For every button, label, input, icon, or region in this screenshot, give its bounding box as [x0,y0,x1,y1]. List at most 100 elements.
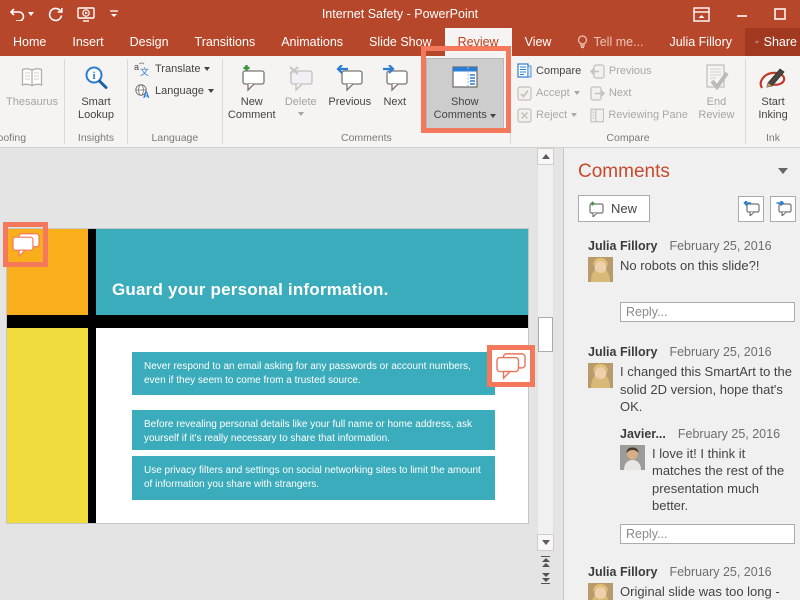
scrollbar-thumb[interactable] [538,317,553,352]
comment-author-line: Julia FilloryFebruary 25, 2016 [588,238,795,254]
lightbulb-icon [577,35,588,50]
next-slide-button[interactable] [539,572,552,585]
comment-author: Javier... [620,427,666,441]
tab-design[interactable]: Design [117,28,182,56]
delete-comment-label: Delete [285,96,317,109]
customize-qat-button[interactable] [109,9,119,19]
comment-marker-icon[interactable] [495,352,527,380]
repeat-icon [48,7,63,22]
previous-slide-icon [542,558,550,562]
group-label-language: Language [128,132,222,144]
slide-yellow-rectangle[interactable] [7,328,88,523]
tab-slide-show[interactable]: Slide Show [356,28,445,56]
tab-animations[interactable]: Animations [268,28,356,56]
undo-button[interactable] [10,7,34,21]
slide-title-banner[interactable]: Guard your personal information. [96,229,528,315]
tab-transitions[interactable]: Transitions [182,28,269,56]
comment-author-line: Julia FilloryFebruary 25, 2016 [588,344,795,360]
smart-lookup-button[interactable]: i Smart Lookup [68,58,124,130]
tell-me-box[interactable]: Tell me... [564,28,656,56]
compare-previous-label: Previous [609,65,652,77]
language-button[interactable]: A Language [131,80,217,102]
thesaurus-button[interactable]: Thesaurus [3,58,61,130]
account-user-name[interactable]: Julia Fillory [656,28,745,56]
accept-dropdown-caret [574,91,580,95]
compare-button[interactable]: Compare [514,60,587,82]
comment-thread[interactable]: Julia FilloryFebruary 25, 2016 No robots… [564,238,800,322]
slide-title[interactable]: Guard your personal information. [112,280,389,300]
ribbon-group-ink: Start Inking Ink [746,56,800,147]
slide-black-vertical-bar[interactable] [88,229,96,523]
show-comments-icon [450,63,480,93]
scroll-up-button[interactable] [537,148,554,165]
new-comment-pane-button[interactable]: New [578,195,650,222]
comment-text: I changed this SmartArt to the solid 2D … [620,363,795,416]
comment-marker-1-highlight-box [3,222,48,267]
comments-pane-header: Comments [564,148,800,183]
scroll-down-icon [542,540,550,545]
tab-view[interactable]: View [512,28,565,56]
tab-insert[interactable]: Insert [59,28,116,56]
previous-comment-pane-icon [743,201,760,216]
end-review-button[interactable]: End Review [691,58,742,130]
show-comments-label: Show Comments [427,96,503,122]
slide-black-horizontal-bar[interactable] [7,315,528,328]
previous-comment-pane-button[interactable] [738,196,764,222]
maximize-button[interactable] [774,8,786,20]
reply-input[interactable] [620,524,795,544]
tab-home[interactable]: Home [0,28,59,56]
compare-next-button[interactable]: Next [587,82,691,104]
language-icon: A [134,83,151,99]
translate-dropdown-caret [204,67,210,71]
comment-author: Julia Fillory [588,239,657,253]
pane-options-caret-icon[interactable] [778,168,788,174]
smart-lookup-label: Smart Lookup [69,96,123,122]
minimize-button[interactable] [736,8,748,20]
delete-comment-button[interactable]: Delete [278,58,324,130]
comment-thread[interactable]: Julia FilloryFebruary 25, 2016 I changed… [564,344,800,544]
slide-text-box-2[interactable]: Before revealing personal details like y… [132,410,495,450]
comment-marker-icon[interactable] [11,232,41,258]
previous-comment-button[interactable]: Previous [324,58,376,130]
previous-slide-button[interactable] [539,555,552,568]
scroll-down-button[interactable] [537,534,554,551]
comments-toolbar: New [578,195,796,222]
comment-thread[interactable]: Julia FilloryFebruary 25, 2016 Original … [564,564,800,600]
repeat-button[interactable] [48,7,63,22]
compare-previous-button[interactable]: Previous [587,60,691,82]
start-inking-button[interactable]: Start Inking [749,58,797,130]
end-review-label: End Review [692,96,741,122]
group-label-insights: Insights [65,132,127,144]
new-comment-button[interactable]: New Comment [226,58,278,130]
next-slide-icon [542,578,550,582]
smart-lookup-icon: i [83,63,109,93]
ribbon-group-proofing: Thesaurus Proofing [0,56,64,147]
show-comments-button[interactable]: Show Comments [426,58,504,130]
reject-button[interactable]: Reject [514,104,587,126]
slide-canvas[interactable]: Guard your personal information. Never r… [7,229,528,523]
svg-text:i: i [92,70,95,82]
next-comment-pane-button[interactable] [770,196,796,222]
translate-icon: a文 [134,61,151,77]
share-button[interactable]: Share [745,28,800,56]
reviewing-pane-button[interactable]: Reviewing Pane [587,104,691,126]
group-label-comments: Comments [223,132,510,144]
reply-input[interactable] [620,302,795,322]
reject-icon [517,108,532,123]
ribbon-display-options-button[interactable] [693,7,710,22]
compare-icon [517,63,532,79]
compare-next-icon [590,86,605,101]
undo-dropdown-caret[interactable] [28,12,34,16]
tab-review[interactable]: Review [445,28,512,56]
show-comments-dropdown-caret [490,114,496,118]
ribbon-display-options-icon [693,7,710,22]
ribbon-group-comments: New Comment Delete Previous Next Show [223,56,510,147]
comment-reply[interactable]: Javier...February 25, 2016 I love it! I … [588,426,795,515]
translate-button[interactable]: a文 Translate [131,58,213,80]
accept-button[interactable]: Accept [514,82,587,104]
slide-text-box-1[interactable]: Never respond to an email asking for any… [132,352,495,395]
slide-text-box-3[interactable]: Use privacy filters and settings on soci… [132,456,495,500]
next-comment-button[interactable]: Next [376,58,414,130]
start-from-beginning-button[interactable] [77,7,95,22]
next-slide-icon [541,583,550,585]
